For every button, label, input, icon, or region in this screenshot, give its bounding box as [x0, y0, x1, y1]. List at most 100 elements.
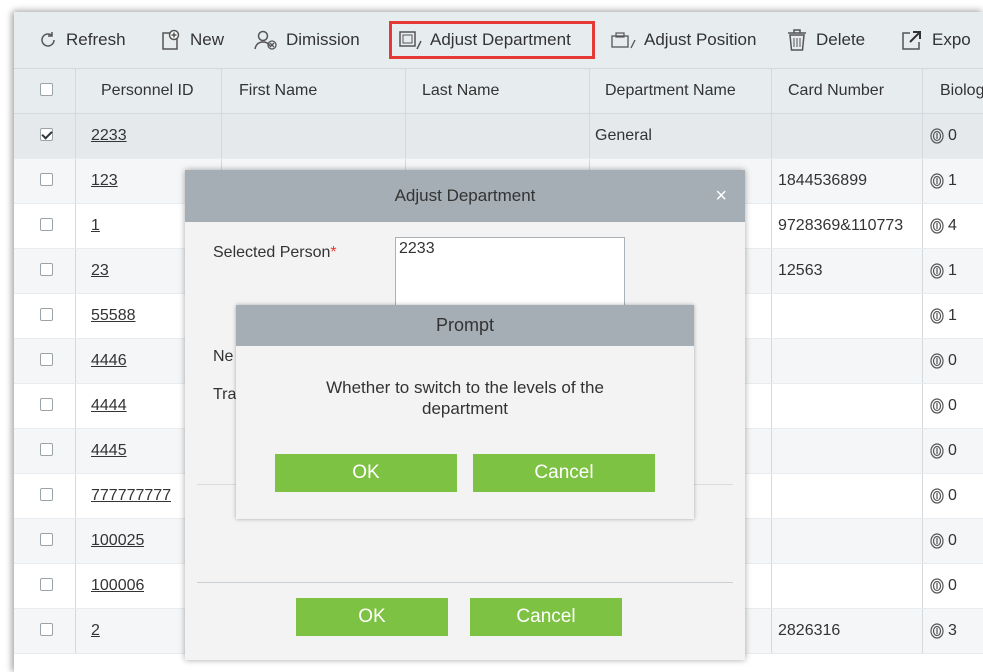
adjust-position-icon	[611, 32, 636, 49]
fingerprint-icon	[930, 128, 944, 144]
biometric-count: 0	[948, 127, 957, 144]
dialog-title: Adjust Department	[185, 170, 745, 222]
card-number-cell	[778, 519, 920, 563]
personnel-id-link[interactable]: 2233	[91, 114, 127, 158]
row-checkbox[interactable]	[40, 623, 53, 636]
delete-button[interactable]: Delete	[786, 24, 865, 56]
department-cell: General	[595, 127, 652, 144]
fingerprint-icon	[930, 533, 944, 549]
row-checkbox[interactable]	[40, 173, 53, 186]
row-checkbox[interactable]	[40, 578, 53, 591]
card-number-cell: 2826316	[778, 622, 841, 639]
prompt-ok-button[interactable]: OK	[275, 454, 457, 492]
adjust-position-button[interactable]: Adjust Position	[610, 24, 756, 56]
fingerprint-icon	[930, 488, 944, 504]
row-checkbox[interactable]	[40, 353, 53, 366]
new-button[interactable]: New	[160, 24, 224, 56]
biometric-count: 4	[948, 217, 957, 234]
prompt-message-line1: Whether to switch to the levels of the	[326, 378, 604, 397]
fingerprint-icon	[930, 263, 944, 279]
personnel-id-link[interactable]: 1	[91, 204, 100, 248]
row-checkbox[interactable]	[40, 128, 53, 141]
header-first-name[interactable]: First Name	[239, 69, 317, 113]
export-button[interactable]: Expo	[900, 24, 971, 56]
table-row[interactable]: 2233 General 0	[14, 114, 983, 159]
prompt-message-line2: department	[422, 399, 508, 418]
biometric-count: 0	[948, 487, 957, 504]
prompt-title: Prompt	[236, 305, 694, 346]
new-department-label: Ne	[213, 348, 234, 365]
biometric-cell: 0	[930, 429, 957, 473]
biometric-cell: 0	[930, 564, 957, 608]
required-mark: *	[330, 244, 337, 261]
biometric-cell: 1	[930, 159, 957, 203]
biometric-count: 1	[948, 307, 957, 324]
personnel-id-link[interactable]: 4445	[91, 429, 127, 473]
new-label: New	[190, 30, 225, 49]
fingerprint-icon	[930, 443, 944, 459]
fingerprint-icon	[930, 173, 944, 189]
adjust-department-label: Adjust Department	[430, 30, 571, 49]
fingerprint-icon	[930, 353, 944, 369]
fingerprint-icon	[930, 623, 944, 639]
header-department-name[interactable]: Department Name	[605, 69, 736, 113]
biometric-cell: 0	[930, 384, 957, 428]
row-checkbox[interactable]	[40, 263, 53, 276]
personnel-id-link[interactable]: 100025	[91, 519, 144, 563]
transfer-label: Tra	[213, 386, 237, 403]
personnel-id-link[interactable]: 777777777	[91, 474, 171, 518]
adjust-department-button[interactable]: Adjust Department	[398, 24, 571, 56]
header-personnel-id[interactable]: Personnel ID	[101, 69, 194, 113]
biometric-cell: 0	[930, 114, 957, 158]
biometric-count: 0	[948, 397, 957, 414]
card-number-cell	[778, 474, 920, 518]
row-checkbox[interactable]	[40, 308, 53, 321]
dialog-cancel-button[interactable]: Cancel	[470, 598, 622, 636]
refresh-label: Refresh	[66, 30, 126, 49]
refresh-button[interactable]: Refresh	[38, 24, 126, 56]
biometric-count: 0	[948, 442, 957, 459]
row-checkbox[interactable]	[40, 488, 53, 501]
biometric-count: 0	[948, 352, 957, 369]
card-number-cell	[778, 384, 920, 428]
biometric-cell: 1	[930, 294, 957, 338]
selected-person-label: Selected Person*	[213, 244, 337, 261]
card-number-cell	[778, 564, 920, 608]
prompt-message: Whether to switch to the levels of the d…	[276, 377, 654, 419]
export-icon	[902, 31, 921, 50]
row-checkbox[interactable]	[40, 443, 53, 456]
fingerprint-icon	[930, 578, 944, 594]
personnel-id-link[interactable]: 100006	[91, 564, 144, 608]
fingerprint-icon	[930, 308, 944, 324]
fingerprint-icon	[930, 218, 944, 234]
personnel-id-link[interactable]: 4446	[91, 339, 127, 383]
card-number-cell	[778, 339, 920, 383]
header-card-number[interactable]: Card Number	[788, 69, 884, 113]
card-number-cell	[778, 429, 920, 473]
header-biometrics[interactable]: Biolog	[940, 69, 983, 113]
header-last-name[interactable]: Last Name	[422, 69, 499, 113]
row-checkbox[interactable]	[40, 533, 53, 546]
personnel-id-link[interactable]: 55588	[91, 294, 136, 338]
prompt-dialog: Prompt Whether to switch to the levels o…	[236, 305, 694, 519]
adjust-position-label: Adjust Position	[644, 30, 757, 49]
close-icon[interactable]: ×	[715, 170, 727, 222]
biometric-cell: 1	[930, 249, 957, 293]
dimission-label: Dimission	[286, 30, 360, 49]
row-checkbox[interactable]	[40, 218, 53, 231]
personnel-id-link[interactable]: 4444	[91, 384, 127, 428]
adjust-department-icon	[399, 31, 422, 50]
prompt-cancel-button[interactable]: Cancel	[473, 454, 655, 492]
dimission-button[interactable]: Dimission	[254, 24, 360, 56]
select-all-checkbox[interactable]	[40, 83, 53, 96]
row-checkbox[interactable]	[40, 398, 53, 411]
toolbar: Refresh New Dimission Adjust Department …	[14, 12, 983, 69]
personnel-id-link[interactable]: 2	[91, 609, 100, 653]
personnel-id-link[interactable]: 123	[91, 159, 118, 203]
dialog-ok-button[interactable]: OK	[296, 598, 448, 636]
personnel-id-link[interactable]: 23	[91, 249, 109, 293]
selected-person-field[interactable]: 2233	[395, 237, 625, 307]
biometric-cell: 3	[930, 609, 957, 653]
person-remove-icon	[254, 30, 277, 50]
card-number-cell	[778, 114, 920, 158]
